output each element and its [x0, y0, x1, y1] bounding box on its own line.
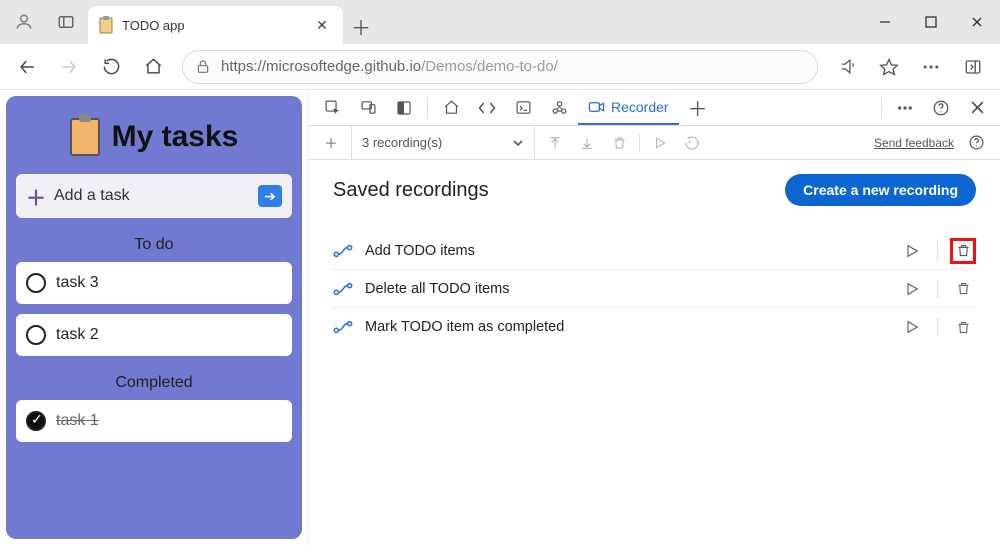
flow-icon [333, 320, 353, 334]
devtools-close-button[interactable] [960, 94, 994, 122]
recording-name: Mark TODO item as completed [365, 319, 564, 335]
window-close-button[interactable] [954, 6, 1000, 38]
delete-recording-button[interactable] [950, 238, 976, 264]
device-emulation-icon[interactable] [351, 94, 385, 122]
recorder-tab[interactable]: Recorder [578, 91, 679, 125]
task-item[interactable]: task 2 [16, 314, 292, 356]
favorite-button[interactable] [870, 48, 908, 86]
saved-recordings-title: Saved recordings [333, 179, 489, 202]
devtools-tabbar: Recorder ＋ [309, 90, 1000, 126]
recordings-dropdown[interactable]: 3 recording(s) [351, 126, 535, 159]
elements-tab-icon[interactable] [470, 94, 504, 122]
flow-icon [333, 282, 353, 296]
forward-button [50, 48, 88, 86]
dock-icon[interactable] [387, 94, 421, 122]
task-checkbox[interactable] [26, 325, 46, 345]
more-button[interactable] [912, 48, 950, 86]
play-recording-button[interactable] [899, 314, 925, 340]
add-tab-button[interactable]: ＋ [681, 94, 715, 122]
address-url: https://microsoftedge.github.io/Demos/de… [221, 58, 558, 75]
window-minimize-button[interactable] [862, 6, 908, 38]
recording-row[interactable]: Delete all TODO items [333, 270, 976, 308]
read-aloud-button[interactable] [828, 48, 866, 86]
play-recording-button[interactable] [899, 276, 925, 302]
recorder-subbar: ＋ 3 recording(s) [309, 126, 1000, 160]
chevron-down-icon [512, 137, 524, 149]
recording-name: Delete all TODO items [365, 281, 510, 297]
task-item-completed[interactable]: task 1 [16, 400, 292, 442]
task-label: task 1 [56, 412, 99, 430]
task-checkbox[interactable] [26, 273, 46, 293]
devtools-panel: Recorder ＋ ＋ 3 recording(s) [308, 90, 1000, 545]
create-recording-button[interactable]: Create a new recording [785, 174, 976, 206]
inspect-element-icon[interactable] [315, 94, 349, 122]
site-info-icon[interactable] [195, 59, 211, 75]
import-icon [575, 129, 599, 157]
task-checkbox-checked[interactable] [26, 411, 46, 431]
recordings-count-label: 3 recording(s) [362, 135, 442, 150]
delete-recording-button[interactable] [950, 276, 976, 302]
devtools-help-button[interactable] [924, 94, 958, 122]
clipboard-icon [70, 118, 100, 156]
tab-actions-icon[interactable] [50, 6, 82, 38]
submit-task-button[interactable]: ➔ [258, 185, 282, 207]
welcome-tab-icon[interactable] [434, 94, 468, 122]
sidebar-toggle-button[interactable] [954, 48, 992, 86]
browser-tab[interactable]: TODO app ✕ [88, 6, 343, 44]
tab-title: TODO app [122, 18, 303, 33]
subbar-help-button[interactable] [962, 129, 990, 157]
section-completed-label: Completed [16, 374, 292, 392]
back-button[interactable] [8, 48, 46, 86]
add-task-placeholder: Add a task [54, 187, 130, 205]
recorder-tab-label: Recorder [611, 99, 669, 115]
recording-row[interactable]: Add TODO items [333, 232, 976, 270]
tab-close-button[interactable]: ✕ [311, 17, 333, 34]
tab-favicon [98, 16, 114, 34]
play-recording-button[interactable] [899, 238, 925, 264]
export-icon [543, 129, 567, 157]
window-maximize-button[interactable] [908, 6, 954, 38]
home-button[interactable] [134, 48, 172, 86]
console-tab-icon[interactable] [506, 94, 540, 122]
replay-settings-icon [680, 129, 704, 157]
window-titlebar: TODO app ✕ ＋ [0, 0, 1000, 44]
send-feedback-link[interactable]: Send feedback [874, 136, 954, 150]
add-task-input[interactable]: ＋ Add a task ➔ [16, 174, 292, 218]
browser-toolbar: https://microsoftedge.github.io/Demos/de… [0, 44, 1000, 90]
app-title: My tasks [112, 120, 239, 154]
recording-name: Add TODO items [365, 243, 475, 259]
section-todo-label: To do [16, 236, 292, 254]
flow-icon [333, 244, 353, 258]
delete-icon [607, 129, 631, 157]
new-tab-button[interactable]: ＋ [343, 8, 379, 44]
delete-recording-button[interactable] [950, 314, 976, 340]
sources-tab-icon[interactable] [542, 94, 576, 122]
todo-app-panel: My tasks ＋ Add a task ➔ To do task 3 tas… [6, 96, 302, 539]
profile-icon[interactable] [8, 6, 40, 38]
plus-icon: ＋ [26, 182, 46, 211]
task-label: task 2 [56, 326, 99, 344]
address-bar[interactable]: https://microsoftedge.github.io/Demos/de… [182, 50, 818, 84]
task-label: task 3 [56, 274, 99, 292]
play-icon [648, 129, 672, 157]
recording-row[interactable]: Mark TODO item as completed [333, 308, 976, 346]
refresh-button[interactable] [92, 48, 130, 86]
devtools-more-button[interactable] [888, 94, 922, 122]
task-item[interactable]: task 3 [16, 262, 292, 304]
new-recording-icon[interactable]: ＋ [319, 129, 343, 157]
